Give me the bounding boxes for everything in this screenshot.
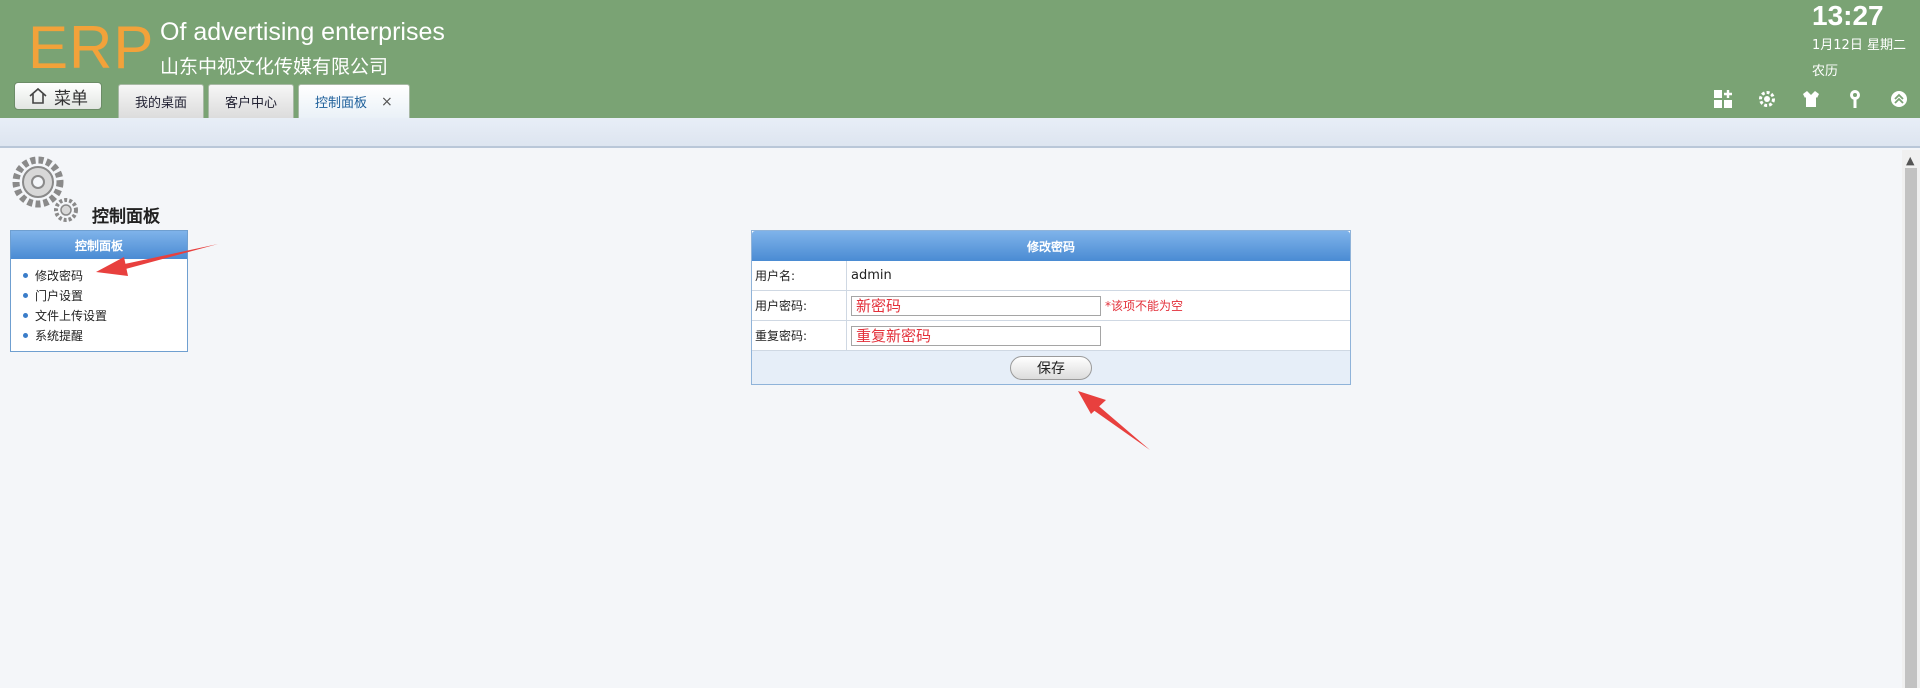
bullet-icon — [23, 332, 28, 338]
sidebar-item-system-reminder[interactable]: 系统提醒 — [23, 325, 187, 345]
header-toolbar — [1712, 88, 1910, 110]
repeat-password-row: 重复密码: — [752, 321, 1350, 351]
sidebar-item-label: 门户设置 — [35, 288, 84, 303]
sidebar-item-portal-settings[interactable]: 门户设置 — [23, 285, 187, 305]
repeat-password-label: 重复密码: — [752, 321, 847, 350]
tab-close-icon[interactable]: × — [381, 94, 393, 110]
vertical-scrollbar[interactable]: ▲ — [1902, 150, 1920, 688]
repeat-password-input[interactable] — [851, 325, 1101, 346]
form-title: 修改密码 — [752, 231, 1350, 261]
key-icon[interactable] — [1844, 88, 1866, 110]
username-value: admin — [851, 268, 892, 283]
sidebar-item-change-password[interactable]: 修改密码 — [23, 265, 187, 285]
bullet-icon — [23, 312, 28, 318]
lunar-date: 农历 — [1812, 64, 1839, 79]
main-menu-button[interactable]: 菜单 — [14, 82, 102, 110]
collapse-icon[interactable] — [1888, 88, 1910, 110]
sidebar-list: 修改密码 门户设置 文件上传设置 系统提醒 — [11, 259, 187, 345]
tab-my-desktop[interactable]: 我的桌面 — [118, 84, 205, 118]
sidebar-item-label: 文件上传设置 — [35, 308, 108, 323]
password-error: *该项不能为空 — [1105, 299, 1184, 313]
bullet-icon — [23, 292, 28, 298]
company-name-en: Of advertising enterprises — [160, 18, 445, 46]
username-label: 用户名: — [752, 261, 847, 290]
company-name-cn: 山东中视文化传媒有限公司 — [160, 56, 389, 78]
erp-logo: ERP — [28, 14, 155, 81]
change-password-form: 修改密码 用户名: admin 用户密码: *该项不能为空 重复密码: 保存 — [751, 230, 1351, 385]
password-label: 用户密码: — [752, 291, 847, 320]
sidebar-item-label: 修改密码 — [35, 268, 84, 283]
save-button[interactable]: 保存 — [1010, 355, 1092, 380]
sidebar-header: 控制面板 — [11, 231, 187, 259]
clock-time: 13:27 — [1812, 0, 1884, 31]
top-header: ERP Of advertising enterprises 山东中视文化传媒有… — [0, 0, 1920, 118]
gears-icon — [10, 154, 80, 224]
gear-icon[interactable] — [1756, 88, 1778, 110]
repeat-field-wrap — [847, 325, 1101, 346]
password-row: 用户密码: *该项不能为空 — [752, 291, 1350, 321]
clock-date: 1月12日 星期二 — [1812, 38, 1906, 53]
username-row: 用户名: admin — [752, 261, 1350, 291]
sub-toolbar — [0, 118, 1920, 148]
page-title: 控制面板 — [92, 207, 160, 227]
scroll-thumb[interactable] — [1905, 168, 1917, 688]
form-footer: 保存 — [752, 351, 1350, 384]
control-panel-sidebar: 控制面板 修改密码 门户设置 文件上传设置 系统提醒 — [10, 230, 188, 352]
main-menu-label: 菜单 — [54, 88, 88, 109]
shirt-icon[interactable] — [1800, 88, 1822, 110]
sidebar-item-upload-settings[interactable]: 文件上传设置 — [23, 305, 187, 325]
new-password-input[interactable] — [851, 295, 1101, 316]
tab-customer-center[interactable]: 客户中心 — [208, 84, 295, 118]
arrow-to-save — [1078, 391, 1150, 450]
tab-control-panel[interactable]: 控制面板 × — [298, 84, 410, 118]
tab-label: 控制面板 — [315, 96, 368, 111]
tab-bar: 我的桌面 客户中心 控制面板 × — [118, 84, 410, 118]
bullet-icon — [23, 272, 28, 278]
tab-label: 客户中心 — [225, 96, 278, 111]
grid-add-icon[interactable] — [1712, 88, 1734, 110]
scroll-up-icon[interactable]: ▲ — [1906, 154, 1914, 167]
password-field-wrap: *该项不能为空 — [847, 295, 1184, 316]
tab-label: 我的桌面 — [135, 96, 188, 111]
sidebar-item-label: 系统提醒 — [35, 328, 84, 343]
home-icon — [29, 87, 47, 104]
